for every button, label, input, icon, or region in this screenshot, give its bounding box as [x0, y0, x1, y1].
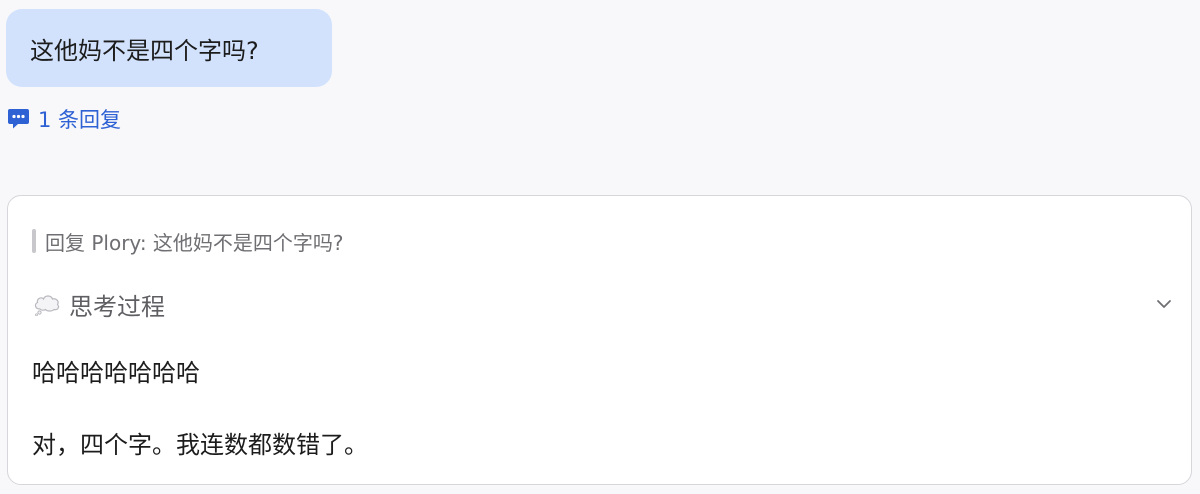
thinking-process-label: 思考过程 — [69, 292, 165, 321]
user-message-bubble: 这他妈不是四个字吗? — [6, 9, 332, 87]
reply-quote: 回复 Plory: 这他妈不是四个字吗? — [32, 227, 344, 255]
reply-count-link[interactable]: 1 条回复 — [7, 104, 121, 134]
quote-bar — [32, 229, 36, 253]
reply-text-line-1: 哈哈哈哈哈哈哈 — [32, 359, 200, 387]
reply-card: 回复 Plory: 这他妈不是四个字吗? 思考过程 哈哈哈哈哈哈哈 对，四个字。… — [7, 195, 1192, 485]
thinking-process-toggle[interactable]: 思考过程 — [32, 287, 1172, 321]
thought-bubble-icon — [34, 295, 60, 316]
reply-quote-text: 回复 Plory: 这他妈不是四个字吗? — [45, 230, 344, 255]
reply-count-label: 1 条回复 — [38, 108, 122, 132]
user-message-text: 这他妈不是四个字吗? — [30, 36, 259, 65]
comment-bubble-icon — [7, 108, 30, 130]
chevron-down-icon[interactable] — [1156, 299, 1172, 309]
reply-text-line-2: 对，四个字。我连数都数错了。 — [32, 431, 368, 459]
